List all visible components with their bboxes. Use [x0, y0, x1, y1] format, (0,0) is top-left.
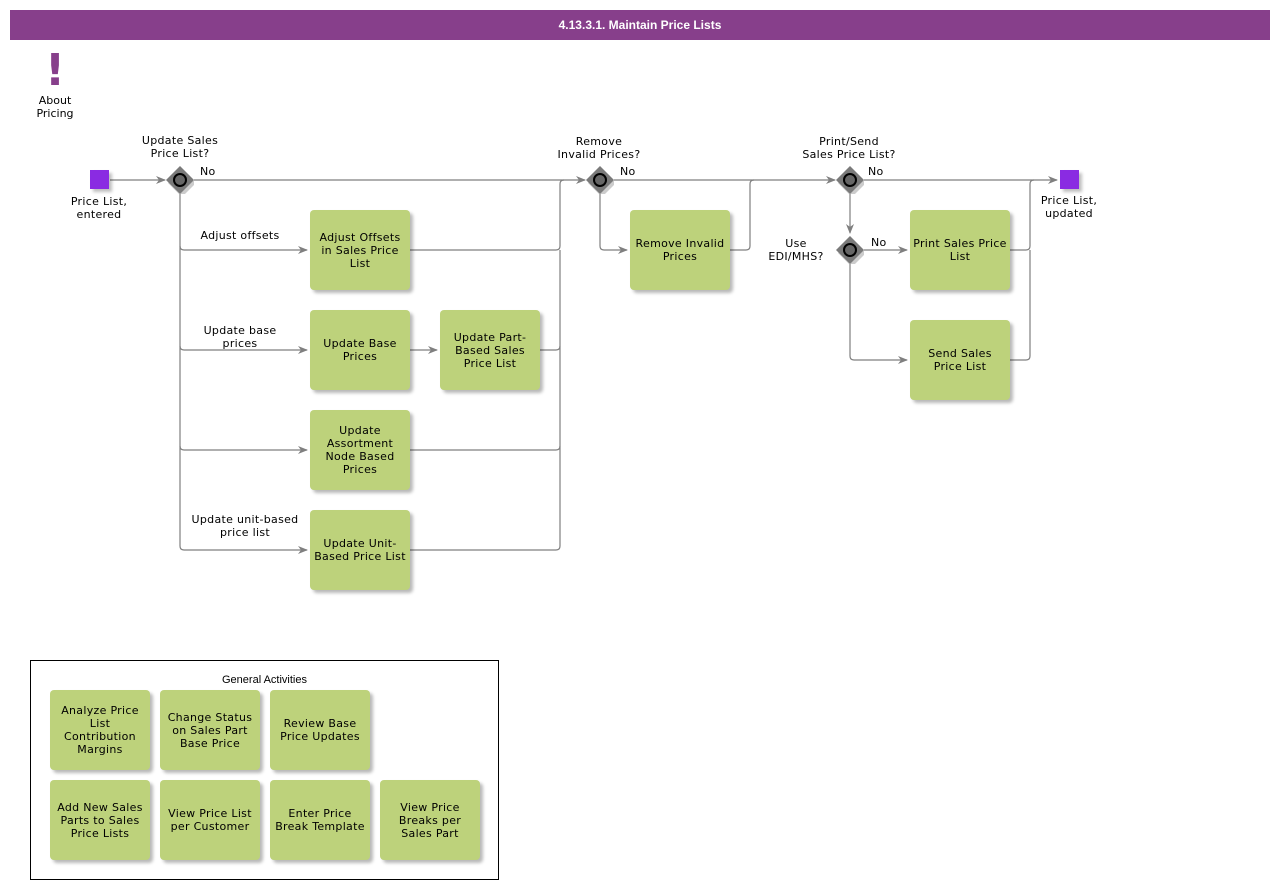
- task-print-sales[interactable]: Print Sales Price List: [910, 210, 1010, 290]
- task-update-assortment[interactable]: Update Assortment Node Based Prices: [310, 410, 410, 490]
- general-activity[interactable]: Analyze Price List Contribution Margins: [50, 690, 150, 770]
- gateway-use-edi-question: Use EDI/MHS?: [768, 237, 824, 263]
- gateway-use-edi[interactable]: [836, 236, 864, 264]
- gateway-print-send-question: Print/Send Sales Price List?: [802, 135, 896, 161]
- general-activity[interactable]: Change Status on Sales Part Base Price: [160, 690, 260, 770]
- flow-label-adjust-offsets: Adjust offsets: [200, 229, 280, 242]
- flow-merge-4: [410, 250, 561, 551]
- flow-send-merge: [1010, 250, 1031, 361]
- flow-gateway4-yes: [849, 264, 908, 364]
- general-activity[interactable]: Enter Price Break Template: [270, 780, 370, 860]
- flow-gateway1-trunk: [179, 194, 308, 554]
- task-remove-invalid[interactable]: Remove Invalid Prices: [630, 210, 730, 290]
- task-update-part-based[interactable]: Update Part-Based Sales Price List: [440, 310, 540, 390]
- gateway-update-sales[interactable]: [166, 166, 194, 194]
- start-event-label: Price List, entered: [70, 195, 128, 221]
- end-event[interactable]: [1060, 170, 1079, 189]
- flow-to-remove-invalid: [599, 194, 628, 254]
- flow-remove-merge: [730, 179, 755, 251]
- start-event[interactable]: [90, 170, 109, 189]
- flow-label-update-unit: Update unit-based price list: [191, 513, 299, 539]
- gateway-print-send-no: No: [868, 165, 884, 178]
- general-activities-title: General Activities: [222, 674, 307, 686]
- task-update-base-prices[interactable]: Update Base Prices: [310, 310, 410, 390]
- general-activity[interactable]: View Price List per Customer: [160, 780, 260, 860]
- general-activity[interactable]: Add New Sales Parts to Sales Price Lists: [50, 780, 150, 860]
- task-update-unit-based[interactable]: Update Unit-Based Price List: [310, 510, 410, 590]
- flow-merge-3: [410, 445, 561, 451]
- gateway-print-send[interactable]: [836, 166, 864, 194]
- flow-label-update-base: Update base prices: [203, 324, 277, 350]
- task-send-sales[interactable]: Send Sales Price List: [910, 320, 1010, 400]
- task-adjust-offsets[interactable]: Adjust Offsets in Sales Price List: [310, 210, 410, 290]
- gateway-use-edi-no: No: [871, 236, 887, 249]
- flow-to-assortment: [179, 445, 308, 454]
- flow-merge-1: [410, 179, 565, 251]
- flow-to-adjust-offsets: [179, 245, 308, 254]
- end-event-label: Price List, updated: [1040, 194, 1098, 220]
- general-activity[interactable]: View Price Breaks per Sales Part: [380, 780, 480, 860]
- flow-merge-2: [540, 345, 561, 351]
- gateway-remove-invalid[interactable]: [586, 166, 614, 194]
- general-activity[interactable]: Review Base Price Updates: [270, 690, 370, 770]
- gateway-update-sales-question: Update Sales Price List?: [141, 134, 219, 160]
- gateway-remove-invalid-question: Remove Invalid Prices?: [557, 135, 641, 161]
- gateway-update-sales-no: No: [200, 165, 216, 178]
- gateway-remove-invalid-no: No: [620, 165, 636, 178]
